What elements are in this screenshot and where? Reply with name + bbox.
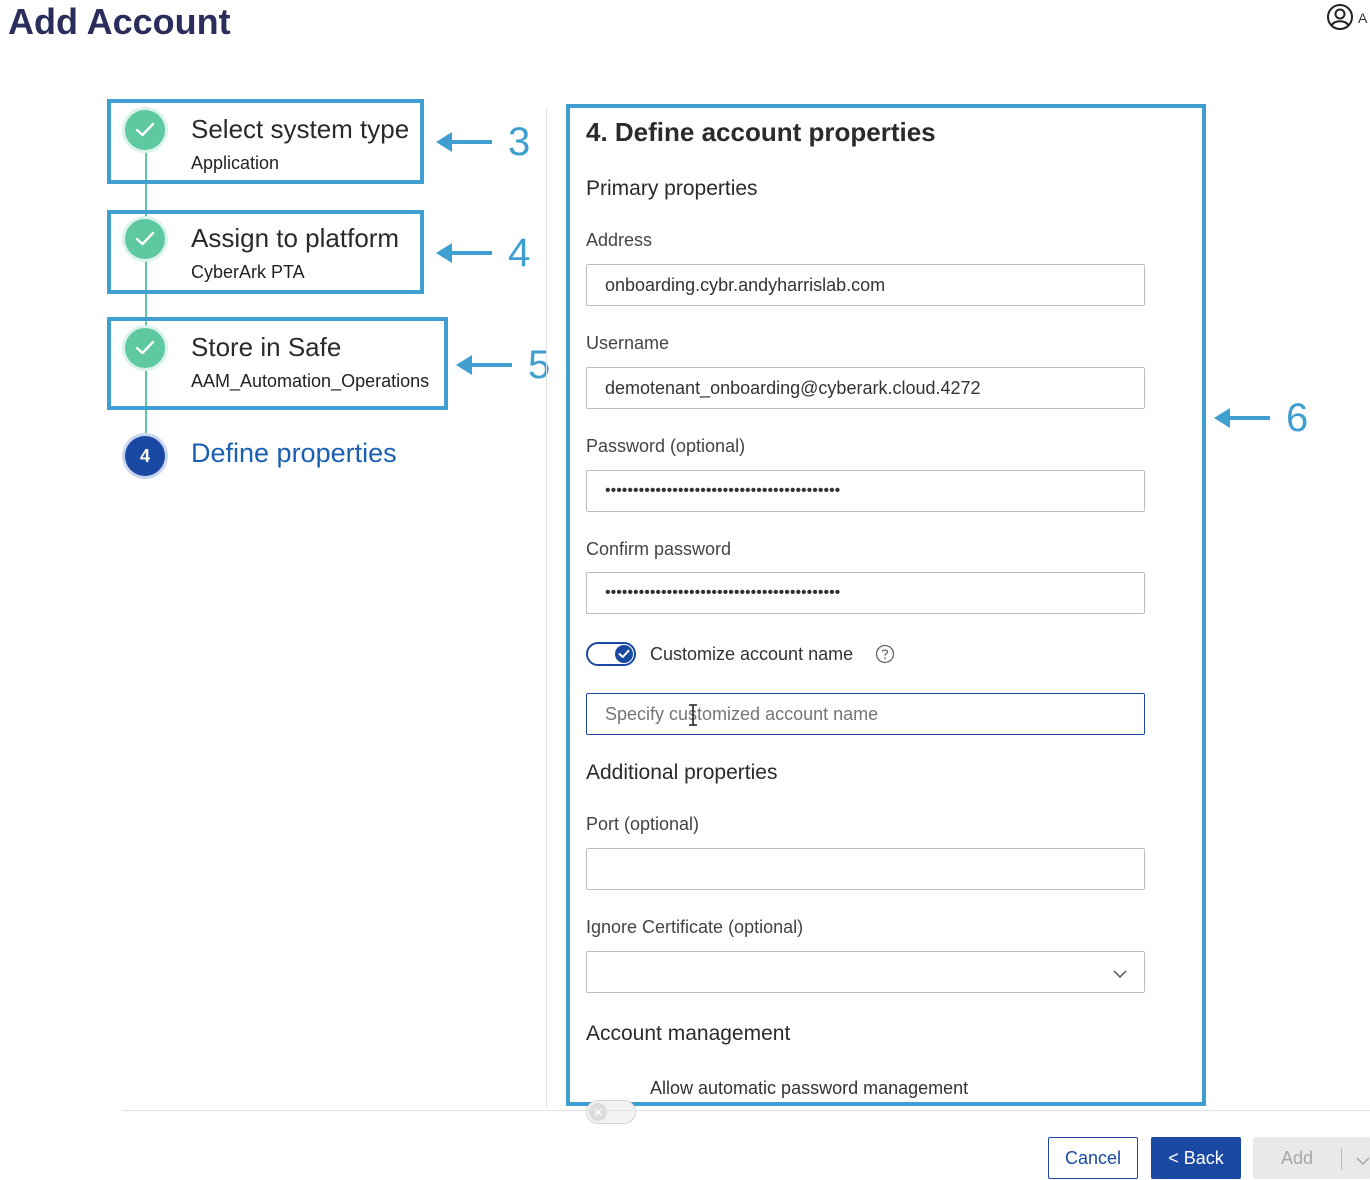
confirm-password-input[interactable]: ••••••••••••••••••••••••••••••••••••••••… bbox=[586, 572, 1145, 614]
annotation-arrow-5: 5 bbox=[456, 345, 550, 385]
add-button-label: Add bbox=[1281, 1147, 1314, 1168]
ignore-certificate-label: Ignore Certificate (optional) bbox=[586, 917, 804, 937]
port-input[interactable] bbox=[586, 848, 1145, 890]
left-arrow-icon bbox=[1214, 408, 1270, 428]
step-title-store-in-safe[interactable]: Store in Safe bbox=[191, 332, 341, 363]
custom-account-name-input[interactable] bbox=[586, 693, 1145, 735]
step-value-safe: AAM_Automation_Operations bbox=[191, 371, 430, 391]
form-title: 4. Define account properties bbox=[586, 117, 936, 147]
step-complete-icon bbox=[125, 328, 165, 368]
address-label: Address bbox=[586, 230, 653, 250]
help-icon[interactable] bbox=[875, 644, 895, 669]
username-input[interactable]: demotenant_onboarding@cyberark.cloud.427… bbox=[586, 367, 1145, 409]
add-button[interactable]: Add bbox=[1253, 1137, 1370, 1179]
text-cursor-icon bbox=[687, 704, 699, 731]
chevron-down-icon[interactable] bbox=[1356, 1153, 1370, 1171]
x-icon bbox=[589, 1103, 607, 1121]
footer-divider bbox=[122, 1110, 1370, 1111]
section-title-account-management: Account management bbox=[586, 1022, 791, 1045]
chevron-down-icon[interactable] bbox=[1113, 966, 1127, 984]
annotation-number: 4 bbox=[508, 231, 531, 275]
annotation-box-step-3 bbox=[107, 317, 448, 410]
step-title-select-system-type[interactable]: Select system type bbox=[191, 114, 409, 145]
step-title-define-properties: Define properties bbox=[191, 438, 397, 468]
step-complete-icon bbox=[125, 219, 165, 259]
add-button-separator bbox=[1341, 1148, 1342, 1170]
back-button[interactable]: < Back bbox=[1151, 1137, 1241, 1179]
auto-password-management-toggle[interactable] bbox=[586, 1100, 636, 1124]
annotation-arrow-6: 6 bbox=[1214, 398, 1308, 438]
check-icon bbox=[615, 645, 633, 663]
annotation-number: 3 bbox=[508, 120, 531, 164]
cancel-button[interactable]: Cancel bbox=[1048, 1137, 1138, 1179]
section-title-additional: Additional properties bbox=[586, 761, 778, 784]
annotation-arrow-4: 4 bbox=[436, 233, 530, 273]
port-label: Port (optional) bbox=[586, 814, 700, 834]
confirm-password-label: Confirm password bbox=[586, 539, 732, 559]
step-value-platform: CyberArk PTA bbox=[191, 262, 305, 282]
password-label: Password (optional) bbox=[586, 436, 746, 456]
section-title-primary: Primary properties bbox=[586, 177, 758, 200]
customize-account-name-toggle[interactable] bbox=[586, 642, 636, 666]
vertical-divider bbox=[546, 108, 547, 1108]
left-arrow-icon bbox=[456, 355, 512, 375]
left-arrow-icon bbox=[436, 243, 492, 263]
annotation-number: 6 bbox=[1286, 396, 1309, 440]
ignore-certificate-select[interactable] bbox=[586, 951, 1145, 993]
customize-account-name-label: Customize account name bbox=[650, 644, 854, 664]
user-menu[interactable]: A bbox=[1326, 3, 1368, 34]
step-value-system-type: Application bbox=[191, 153, 280, 173]
auto-password-management-label: Allow automatic password management bbox=[650, 1078, 969, 1098]
step-complete-icon bbox=[125, 110, 165, 150]
username-label: Username bbox=[586, 333, 670, 353]
user-avatar-icon bbox=[1326, 3, 1354, 34]
page-title: Add Account bbox=[8, 1, 231, 42]
left-arrow-icon bbox=[436, 132, 492, 152]
password-input[interactable]: ••••••••••••••••••••••••••••••••••••••••… bbox=[586, 470, 1145, 512]
step-title-assign-to-platform[interactable]: Assign to platform bbox=[191, 223, 399, 254]
step-current-number: 4 bbox=[125, 436, 165, 476]
user-name-initial: A bbox=[1358, 10, 1368, 26]
address-input[interactable]: onboarding.cybr.andyharrislab.com bbox=[586, 264, 1145, 306]
annotation-arrow-3: 3 bbox=[436, 122, 530, 162]
